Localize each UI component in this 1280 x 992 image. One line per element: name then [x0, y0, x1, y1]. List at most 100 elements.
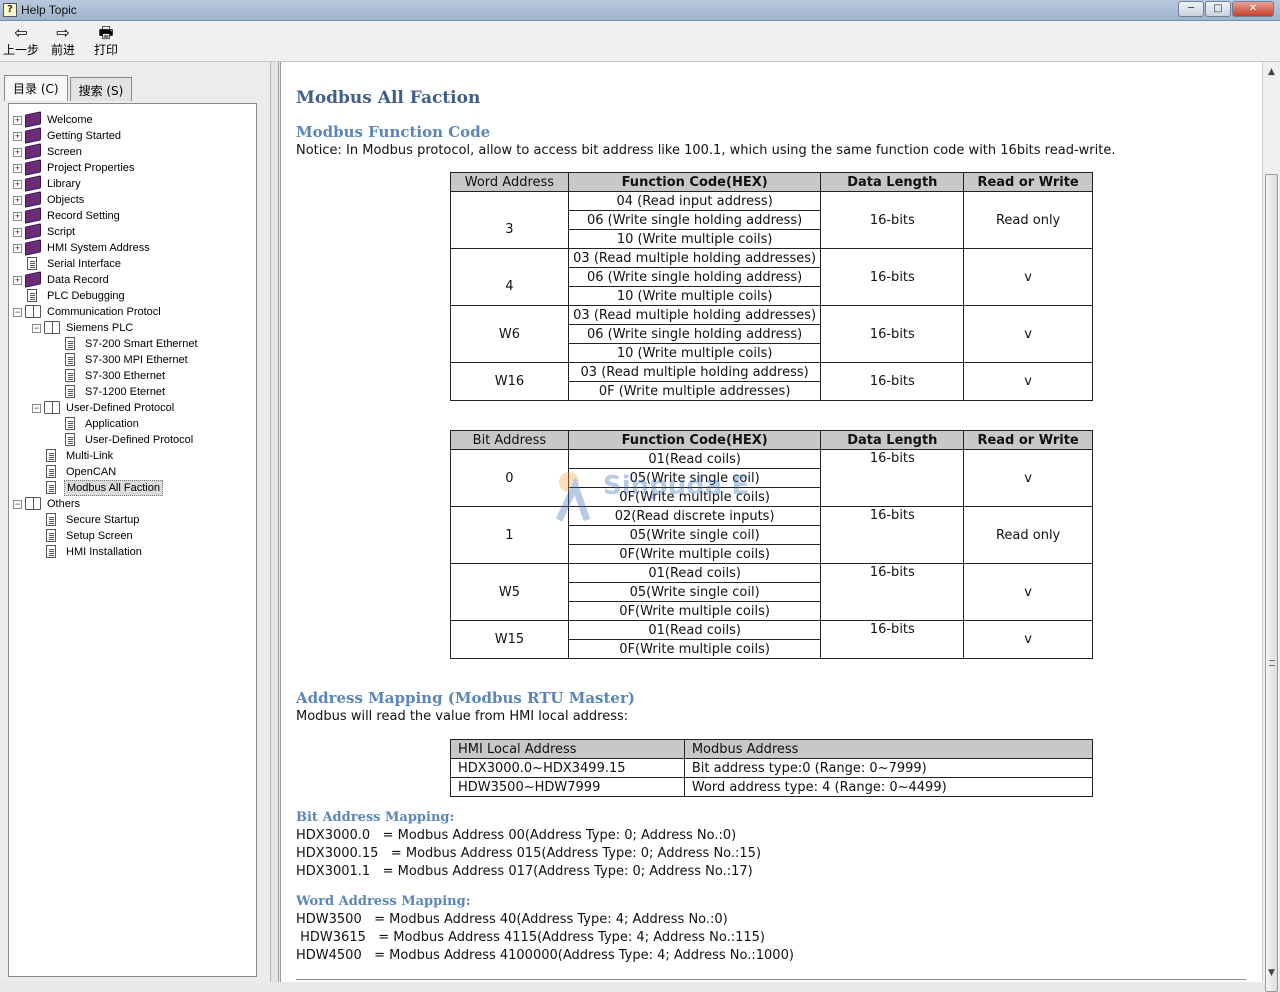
table-header-row: Word Address Function Code(HEX) Data Len… — [450, 172, 1093, 192]
address-cell: 4 — [450, 248, 569, 306]
data-length-cell: 16-bits — [820, 506, 965, 564]
scroll-up-icon[interactable]: ▲ — [1266, 67, 1277, 77]
table-row: W5 01(Read coils) 16-bits v — [450, 563, 1093, 621]
read-write-cell: v — [963, 449, 1093, 507]
address-cell: 0 — [450, 449, 569, 507]
column-header: Data Length — [820, 430, 965, 450]
word-address-table: Word Address Function Code(HEX) Data Len… — [450, 172, 1093, 401]
page-icon — [46, 545, 56, 558]
back-label: 上一步 — [3, 43, 40, 57]
page-icon — [27, 257, 37, 270]
data-length-cell: 16-bits — [820, 362, 965, 401]
function-code-cell: 10 (Write multiple coils) — [567, 343, 822, 363]
tab-contents[interactable]: 目录 (C) — [4, 75, 68, 101]
collapse-icon[interactable]: − — [13, 308, 22, 317]
table-header-row: HMI Local Address Modbus Address — [450, 739, 1094, 759]
pane-splitter[interactable] — [271, 62, 279, 982]
printer-icon: 🖶 — [98, 23, 114, 42]
expand-icon[interactable]: + — [13, 276, 22, 285]
vertical-scrollbar[interactable]: ▲ ▼ — [1262, 62, 1280, 992]
address-cell: W16 — [450, 362, 569, 401]
content-divider — [296, 979, 1246, 980]
expand-icon[interactable]: + — [13, 148, 22, 157]
function-code-cell: 01(Read coils) — [567, 449, 822, 469]
bit-mapping-line: HDX3001.1 = Modbus Address 017(Address T… — [296, 864, 753, 879]
scrollbar-thumb[interactable] — [1265, 174, 1278, 992]
book-icon — [25, 127, 41, 144]
arrow-left-icon: ⇦ — [14, 23, 28, 42]
column-header: Modbus Address — [683, 739, 1094, 759]
maximize-button[interactable]: □ — [1205, 1, 1231, 17]
address-cell: 1 — [450, 506, 569, 564]
column-header: Data Length — [820, 172, 965, 192]
function-code-cell: 0F(Write multiple coils) — [567, 639, 822, 659]
minimize-button[interactable]: ─ — [1178, 1, 1204, 17]
print-button[interactable]: 🖶 打印 — [94, 23, 119, 58]
page-icon — [46, 481, 56, 494]
topic-content: Modbus All Faction Modbus Function Code … — [280, 62, 1262, 982]
read-write-cell: Read only — [963, 506, 1093, 564]
table-row: 0 01(Read coils) 16-bits v — [450, 449, 1093, 507]
function-code-cell: 02(Read discrete inputs) — [567, 506, 822, 526]
expand-icon[interactable]: + — [13, 196, 22, 205]
forward-button[interactable]: ⇨ 前进 — [51, 23, 76, 58]
function-code-cell: 10 (Write multiple coils) — [567, 229, 822, 249]
column-header: HMI Local Address — [450, 739, 685, 759]
data-length-cell: 16-bits — [820, 620, 965, 659]
expand-icon[interactable]: + — [13, 132, 22, 141]
close-button[interactable]: ✕ — [1232, 1, 1274, 17]
print-label: 打印 — [94, 43, 119, 57]
table-row: 4 03 (Read multiple holding addresses) 1… — [450, 248, 1093, 306]
function-code-cell: 06 (Write single holding address) — [567, 210, 822, 230]
section-heading-function-code: Modbus Function Code — [296, 123, 491, 141]
address-mapping-table: HMI Local Address Modbus Address HDX3000… — [450, 739, 1094, 797]
page-icon — [27, 289, 37, 302]
read-write-cell: v — [963, 305, 1093, 363]
collapse-icon[interactable]: − — [13, 500, 22, 509]
forward-label: 前进 — [51, 43, 76, 57]
nav-tabs: 目录 (C) 搜索 (S) — [4, 75, 134, 102]
bit-mapping-heading: Bit Address Mapping: — [296, 810, 455, 825]
function-code-cell: 10 (Write multiple coils) — [567, 286, 822, 306]
expand-icon[interactable]: + — [13, 212, 22, 221]
read-write-cell: v — [963, 563, 1093, 621]
table-row: HDX3000.0~HDX3499.15 Bit address type:0 … — [450, 758, 1094, 778]
scroll-down-icon[interactable]: ▼ — [1266, 968, 1277, 978]
word-mapping-line: HDW3500 = Modbus Address 40(Address Type… — [296, 912, 728, 927]
expand-icon[interactable]: + — [13, 228, 22, 237]
book-icon — [25, 191, 41, 208]
table-row: 3 04 (Read input address) 16-bits Read o… — [450, 191, 1093, 249]
bit-address-table: Bit Address Function Code(HEX) Data Leng… — [450, 430, 1093, 659]
function-code-cell: 0F(Write multiple coils) — [567, 544, 822, 564]
arrow-right-icon: ⇨ — [56, 23, 70, 42]
table-cell: Bit address type:0 (Range: 0~7999) — [683, 758, 1094, 778]
address-cell: W5 — [450, 563, 569, 621]
address-cell: W6 — [450, 305, 569, 363]
function-code-cell: 04 (Read input address) — [567, 191, 822, 211]
collapse-icon[interactable]: − — [32, 404, 41, 413]
expand-icon[interactable]: + — [13, 180, 22, 189]
table-row: W6 03 (Read multiple holding addresses) … — [450, 305, 1093, 363]
bit-mapping-line: HDX3000.15 = Modbus Address 015(Address … — [296, 846, 762, 861]
back-button[interactable]: ⇦ 上一步 — [3, 23, 40, 58]
book-icon — [25, 223, 41, 240]
collapse-icon[interactable]: − — [32, 324, 41, 333]
tab-search[interactable]: 搜索 (S) — [69, 77, 133, 101]
page-icon — [65, 433, 75, 446]
data-length-cell: 16-bits — [820, 305, 965, 363]
word-mapping-line: HDW4500 = Modbus Address 4100000(Address… — [296, 948, 794, 963]
expand-icon[interactable]: + — [13, 244, 22, 253]
help-app-icon: ? — [3, 3, 17, 17]
page-icon — [46, 449, 56, 462]
notice-text: Notice: In Modbus protocol, allow to acc… — [296, 143, 1116, 158]
table-row: W15 01(Read coils) 16-bits v — [450, 620, 1093, 659]
expand-icon[interactable]: + — [13, 164, 22, 173]
read-write-cell: Read only — [963, 191, 1093, 249]
function-code-cell: 0F (Write multiple addresses) — [567, 381, 822, 401]
expand-icon[interactable]: + — [13, 116, 22, 125]
column-header: Bit Address — [450, 430, 569, 450]
read-write-cell: v — [963, 248, 1093, 306]
book-icon — [25, 207, 41, 224]
page-icon — [65, 353, 75, 366]
book-icon — [25, 111, 41, 128]
